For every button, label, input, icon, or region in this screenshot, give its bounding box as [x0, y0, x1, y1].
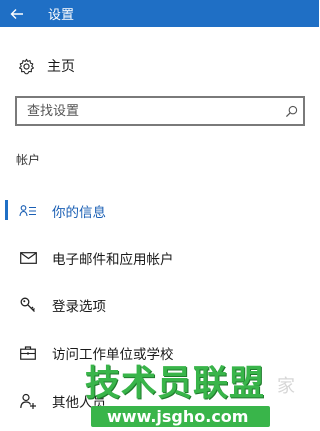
window-title: 设置 [48, 8, 75, 23]
section-title-accounts: 帐户 [16, 153, 41, 167]
nav-item-email-accounts[interactable]: 电子邮件和应用帐户 [0, 245, 319, 271]
nav-item-label: 登录选项 [52, 299, 106, 315]
back-button[interactable] [0, 0, 34, 27]
selection-indicator [5, 200, 8, 220]
search-icon[interactable] [279, 105, 303, 118]
home-label: 主页 [47, 59, 75, 75]
add-person-icon [19, 391, 37, 411]
key-icon [19, 295, 37, 315]
search-input[interactable] [17, 98, 279, 124]
nav-item-label: 访问工作单位或学校 [52, 347, 174, 363]
briefcase-icon [19, 343, 37, 363]
nav-item-work-school[interactable]: 访问工作单位或学校 [0, 340, 319, 366]
nav-item-your-info[interactable]: 你的信息 [0, 198, 319, 224]
person-card-icon [19, 201, 37, 221]
nav-item-label: 电子邮件和应用帐户 [52, 252, 174, 268]
search-box [15, 96, 305, 126]
home-link[interactable]: 主页 [18, 55, 75, 77]
nav-item-label: 其他人员 [52, 395, 106, 411]
nav-item-sign-in-options[interactable]: 登录选项 [0, 292, 319, 318]
title-bar: 设置 [0, 0, 319, 27]
nav-item-other-people[interactable]: 其他人员 [0, 388, 319, 414]
back-arrow-icon [10, 8, 23, 19]
mail-icon [19, 248, 37, 268]
gear-icon [19, 58, 34, 74]
nav-item-label: 你的信息 [52, 205, 106, 221]
